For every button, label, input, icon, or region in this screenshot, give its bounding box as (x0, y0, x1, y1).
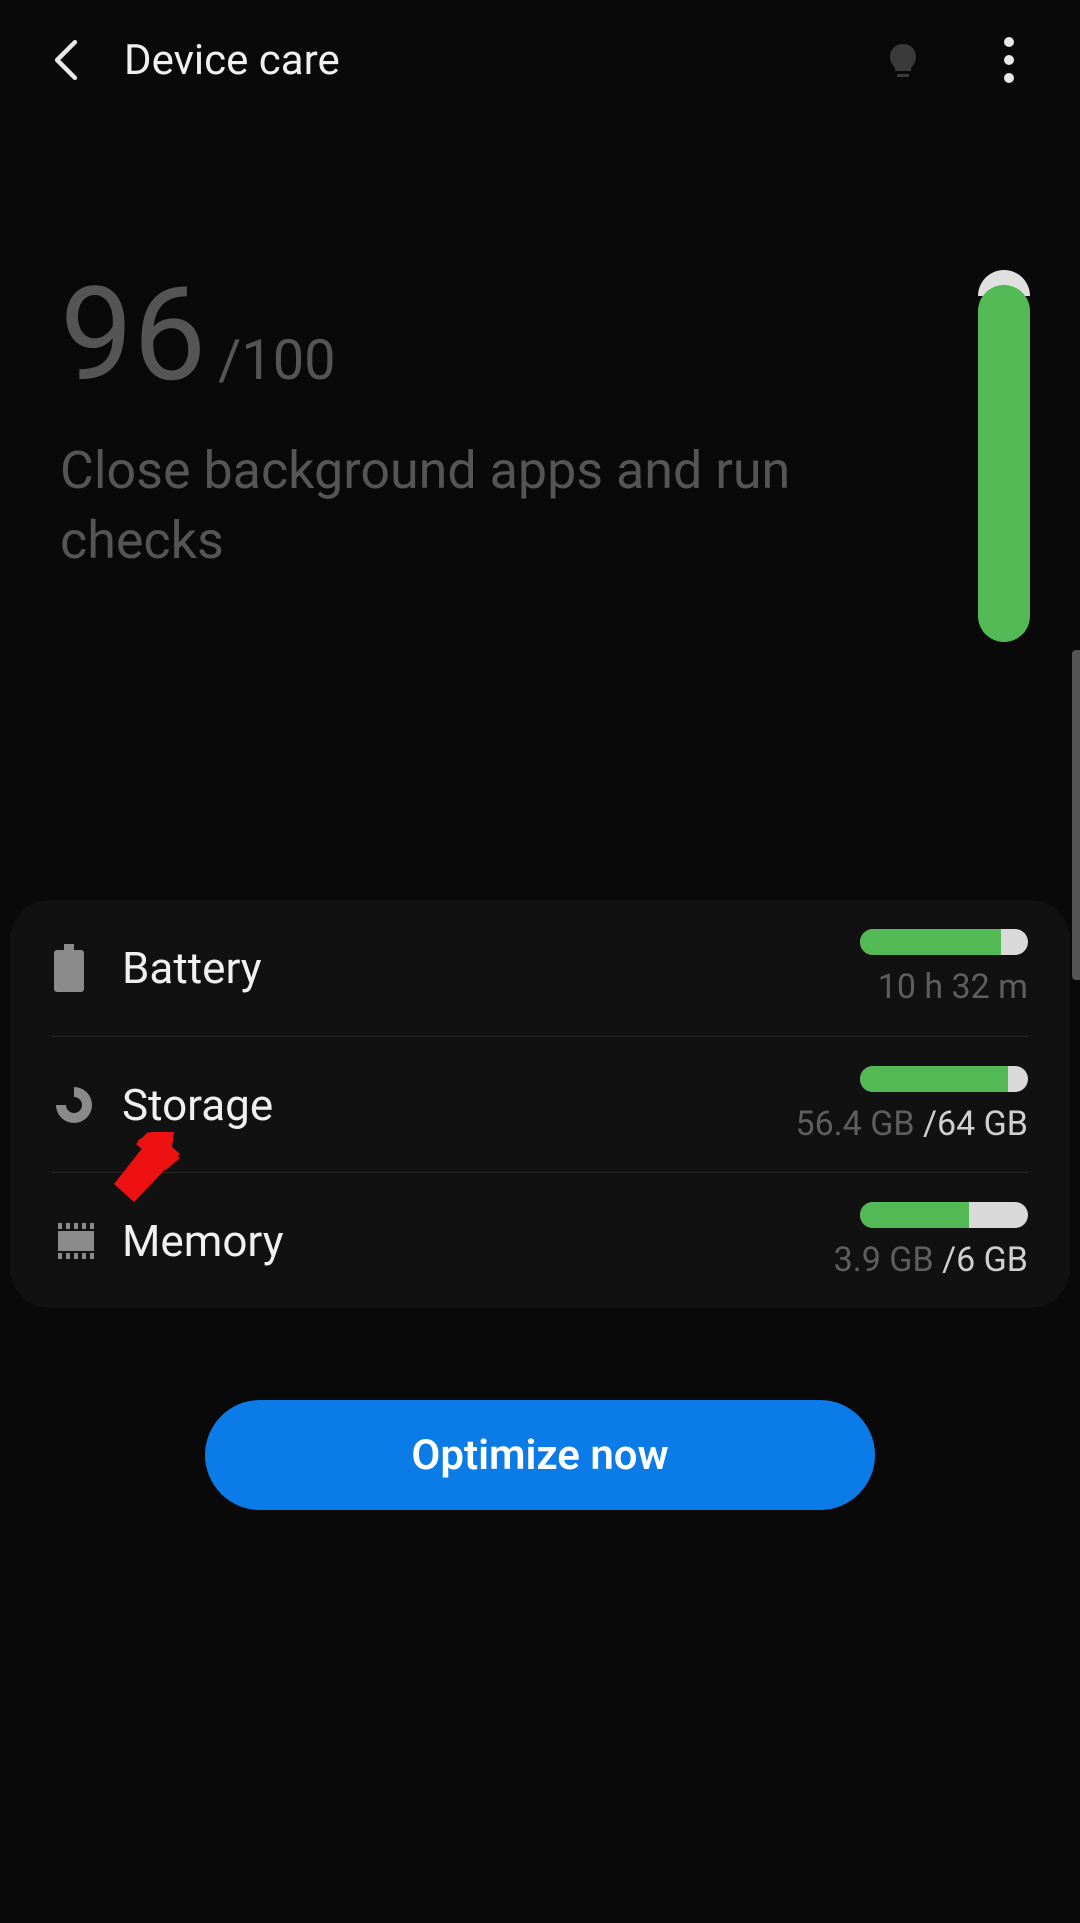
row-meter: 3.9 GB /6 GB (834, 1202, 1028, 1280)
battery-icon (52, 944, 122, 992)
row-meter: 56.4 GB /64 GB (795, 1066, 1028, 1144)
row-label: Memory (122, 1215, 834, 1267)
row-label: Battery (122, 942, 860, 994)
score-readout: 96 / 100 (60, 270, 1020, 400)
more-vert-icon (1002, 36, 1016, 84)
score-message: Close background apps and run checks (60, 436, 800, 576)
row-storage[interactable]: Storage 56.4 GB /64 GB (52, 1036, 1028, 1172)
chevron-left-icon (52, 40, 80, 80)
back-button[interactable] (46, 40, 86, 80)
optimize-button-label: Optimize now (411, 1431, 668, 1480)
row-memory[interactable]: Memory 3.9 GB /6 GB (52, 1172, 1028, 1308)
row-sub-dim: 56.4 GB (795, 1104, 923, 1144)
score-area: 96 / 100 Close background apps and run c… (0, 120, 1080, 900)
score-bar (978, 270, 1030, 642)
scrollbar-thumb[interactable] (1072, 650, 1080, 980)
row-battery[interactable]: Battery 10 h 32 m (52, 900, 1028, 1036)
row-sub-dim: 10 h 32 m (878, 967, 1028, 1007)
row-meter: 10 h 32 m (860, 929, 1028, 1007)
status-panel: Battery 10 h 32 m Storage 56.4 GB /64 GB (10, 900, 1070, 1308)
header: Device care (0, 0, 1080, 120)
score-max: 100 (241, 327, 335, 393)
tips-button[interactable] (878, 35, 928, 85)
lightbulb-icon (883, 40, 923, 80)
chip-icon (52, 1221, 122, 1261)
page-title: Device care (124, 36, 840, 85)
more-button[interactable] (984, 35, 1034, 85)
score-sep: / (218, 327, 241, 393)
row-label: Storage (122, 1079, 795, 1131)
optimize-button[interactable]: Optimize now (205, 1400, 875, 1510)
row-sub-strong: /64 GB (923, 1104, 1028, 1144)
donut-icon (52, 1083, 122, 1127)
row-sub-dim: 3.9 GB (834, 1240, 942, 1280)
score-value: 96 (60, 270, 206, 400)
row-sub-strong: /6 GB (942, 1240, 1028, 1280)
